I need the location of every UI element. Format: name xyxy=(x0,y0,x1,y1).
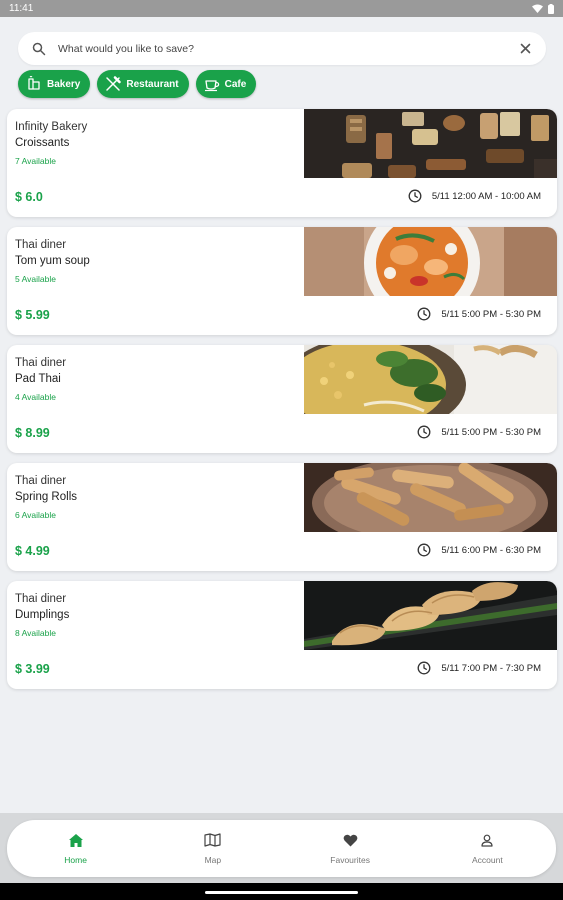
bakery-icon xyxy=(25,75,43,93)
dumplings-photo xyxy=(304,581,557,650)
person-icon xyxy=(481,832,493,848)
pickup-time: 5/11 5:00 PM - 5:30 PM xyxy=(417,425,541,439)
clock-icon xyxy=(417,543,431,557)
pickup-window: 5/11 5:00 PM - 5:30 PM xyxy=(441,426,541,438)
availability-count: 5 Available xyxy=(15,274,56,284)
availability-count: 8 Available xyxy=(15,628,56,638)
nav-label: Favourites xyxy=(330,855,370,865)
heart-icon xyxy=(343,832,358,848)
listing-card[interactable]: Thai diner Tom yum soup 5 Available $ 5.… xyxy=(7,227,557,335)
chip-bakery[interactable]: Bakery xyxy=(18,70,91,98)
item-name: Dumplings xyxy=(15,609,70,621)
pickup-window: 5/11 12:00 AM - 10:00 AM xyxy=(431,190,541,202)
clock-icon xyxy=(417,307,431,321)
listing-info: Infinity Bakery Croissants 7 Available xyxy=(15,121,87,166)
item-name: Pad Thai xyxy=(15,373,61,385)
clock-icon xyxy=(417,425,431,439)
chip-label: Bakery xyxy=(47,78,81,90)
pad-thai-photo xyxy=(304,345,557,414)
price: $ 5.99 xyxy=(15,308,50,322)
item-name: Spring Rolls xyxy=(15,491,77,503)
tom-yum-soup-photo xyxy=(304,227,557,296)
store-name: Thai diner xyxy=(15,593,67,605)
search-input[interactable] xyxy=(58,42,518,55)
listing-list: Infinity Bakery Croissants 7 Available $… xyxy=(7,109,557,699)
pickup-time: 5/11 12:00 AM - 10:00 AM xyxy=(408,189,541,203)
listing-info: Thai diner Dumplings 8 Available xyxy=(15,593,69,638)
pickup-window: 5/11 5:00 PM - 5:30 PM xyxy=(441,308,541,320)
category-chips: Bakery Restaurant Cafe xyxy=(18,70,257,98)
price: $ 3.99 xyxy=(15,662,50,676)
status-icons xyxy=(532,3,554,14)
listing-info: Thai diner Pad Thai 4 Available xyxy=(15,357,66,402)
listing-info: Thai diner Tom yum soup 5 Available xyxy=(15,239,90,284)
battery-icon xyxy=(548,3,554,14)
pickup-time: 5/11 6:00 PM - 6:30 PM xyxy=(417,543,541,557)
bottom-nav: Home Map Favourites Account xyxy=(7,820,556,877)
availability-count: 6 Available xyxy=(15,510,56,520)
store-name: Thai diner xyxy=(15,239,67,251)
clock-icon xyxy=(408,189,422,203)
item-name: Tom yum soup xyxy=(15,255,90,267)
price: $ 8.99 xyxy=(15,426,50,440)
nav-map[interactable]: Map xyxy=(168,832,258,865)
chip-label: Cafe xyxy=(224,78,247,90)
coffee-cup-icon xyxy=(203,75,221,93)
status-bar: 11:41 xyxy=(0,0,563,17)
listing-card[interactable]: Thai diner Dumplings 8 Available $ 3.99 xyxy=(7,581,557,689)
status-time: 11:41 xyxy=(9,3,34,14)
store-name: Thai diner xyxy=(15,475,67,487)
home-icon xyxy=(68,832,84,848)
system-navigation-bar xyxy=(0,883,563,900)
search-icon xyxy=(32,42,46,56)
home-gesture-handle[interactable] xyxy=(205,891,358,894)
clock-icon xyxy=(417,661,431,675)
pickup-time: 5/11 5:00 PM - 5:30 PM xyxy=(417,307,541,321)
wifi-icon xyxy=(532,4,543,13)
listing-card[interactable]: Infinity Bakery Croissants 7 Available $… xyxy=(7,109,557,217)
chip-label: Restaurant xyxy=(126,78,179,90)
chip-cafe[interactable]: Cafe xyxy=(195,70,257,98)
baked-goods-photo xyxy=(304,109,557,178)
nav-account[interactable]: Account xyxy=(442,832,532,865)
listing-card[interactable]: Thai diner Pad Thai 4 Available $ 8.99 5… xyxy=(7,345,557,453)
item-name: Croissants xyxy=(15,137,70,149)
pickup-time: 5/11 7:00 PM - 7:30 PM xyxy=(417,661,541,675)
availability-count: 7 Available xyxy=(15,156,56,166)
pickup-window: 5/11 7:00 PM - 7:30 PM xyxy=(441,662,541,674)
spring-rolls-photo xyxy=(304,463,557,532)
nav-label: Account xyxy=(472,855,503,865)
price: $ 6.0 xyxy=(15,190,43,204)
close-icon[interactable] xyxy=(518,42,532,56)
chip-restaurant[interactable]: Restaurant xyxy=(97,70,189,98)
nav-home[interactable]: Home xyxy=(31,832,121,865)
store-name: Thai diner xyxy=(15,357,67,369)
price: $ 4.99 xyxy=(15,544,50,558)
pickup-window: 5/11 6:00 PM - 6:30 PM xyxy=(441,544,541,556)
availability-count: 4 Available xyxy=(15,392,56,402)
utensils-icon xyxy=(104,75,122,93)
store-name: Infinity Bakery xyxy=(15,121,88,133)
map-icon xyxy=(204,832,221,848)
nav-label: Map xyxy=(204,855,222,865)
search-bar[interactable] xyxy=(18,32,546,65)
listing-info: Thai diner Spring Rolls 6 Available xyxy=(15,475,77,520)
nav-label: Home xyxy=(64,855,87,865)
nav-favourites[interactable]: Favourites xyxy=(305,832,395,865)
listing-card[interactable]: Thai diner Spring Rolls 6 Available $ 4.… xyxy=(7,463,557,571)
